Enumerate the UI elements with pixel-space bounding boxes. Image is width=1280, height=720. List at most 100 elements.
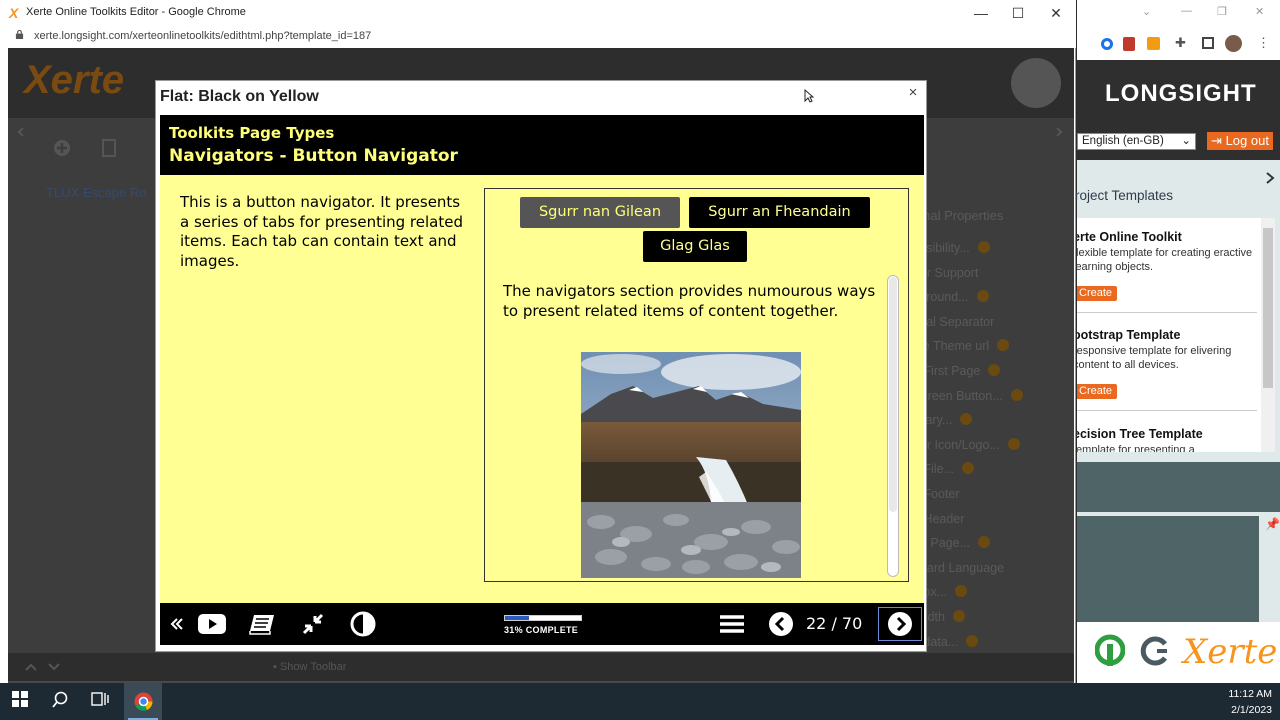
xerte-logo: Xerte	[1183, 632, 1278, 672]
lo-header-title: Navigators - Button Navigator	[169, 146, 458, 166]
preview-pane	[1077, 516, 1259, 622]
lo-header-subtitle: Toolkits Page Types	[169, 124, 335, 142]
create-button[interactable]: Create	[1077, 286, 1117, 301]
address-bar[interactable]: xerte.longsight.com/xerteonlinetoolkits/…	[0, 26, 1076, 48]
right-minimize-button[interactable]: —	[1181, 5, 1192, 17]
preview-modal: Flat: Black on Yellow × Toolkits Page Ty…	[155, 80, 927, 652]
chevron-down-icon: ⌄	[1181, 135, 1191, 147]
ublock-icon[interactable]	[1123, 37, 1135, 51]
url-text: xerte.longsight.com/xerteonlinetoolkits/…	[34, 30, 372, 42]
show-toolbar-toggle[interactable]: ▪ Show Toolbar	[273, 661, 346, 673]
divider	[1077, 312, 1257, 313]
waterfall-mountain-photo	[581, 352, 801, 578]
template-list: erte Online Toolkit flexible template fo…	[1077, 218, 1261, 452]
chevron-down-icon[interactable]	[48, 662, 60, 672]
show-toolbar-label: Show Toolbar	[279, 661, 347, 673]
xerte-app-icon: X	[9, 5, 19, 21]
right-window-topbar: ⌄ — ❐ ✕ ✚ ⋮	[1077, 0, 1280, 60]
glossary-icon[interactable]	[248, 611, 276, 637]
longsight-header: LONGSIGHT English (en-GB) ⌄ ⇥ Log out	[1077, 60, 1280, 160]
menu-icon[interactable]	[718, 611, 746, 637]
info-badge-icon[interactable]	[952, 610, 965, 622]
info-badge-icon[interactable]	[1010, 388, 1023, 401]
info-badge-icon[interactable]	[976, 290, 989, 303]
tab-list-icon[interactable]: ⌄	[1142, 5, 1151, 18]
info-badge-icon[interactable]	[960, 413, 973, 426]
button-navigator: Sgurr nan Gilean Sgurr an Fheandain Glag…	[484, 188, 909, 582]
partner-logos: Xerte	[1077, 622, 1280, 683]
right-lower-panel	[1077, 462, 1280, 512]
extension-blue-icon[interactable]	[1101, 38, 1113, 50]
puzzle-icon[interactable]: ✚	[1175, 35, 1186, 51]
info-badge-icon[interactable]	[955, 585, 968, 598]
property-item[interactable]: der Icon/Logo...	[913, 437, 1020, 452]
info-badge-icon[interactable]	[966, 634, 979, 647]
progress-bar	[504, 615, 582, 621]
media-icon[interactable]	[197, 611, 227, 637]
info-badge-icon[interactable]	[962, 462, 974, 475]
contrast-icon[interactable]	[350, 611, 376, 637]
browser-window: X Xerte Online Toolkits Editor - Google …	[0, 0, 1076, 683]
info-badge-icon[interactable]	[977, 241, 990, 253]
chrome-icon	[134, 692, 153, 711]
minimize-button[interactable]: —	[963, 2, 999, 24]
close-window-button[interactable]: ✕	[1038, 2, 1074, 24]
chevron-left-icon[interactable]	[15, 126, 27, 138]
page-viewport: Xerte TLUX Escape Ro ional Properties es…	[8, 48, 1074, 683]
task-view-icon[interactable]	[91, 691, 109, 707]
progress-bar-fill	[505, 616, 529, 620]
template-list-scrollbar[interactable]	[1261, 218, 1275, 452]
logout-button[interactable]: ⇥ Log out	[1207, 132, 1273, 150]
language-select-value: English (en-GB)	[1082, 135, 1164, 147]
modal-close-button[interactable]: ×	[904, 84, 922, 102]
nav-tab-glag-glas[interactable]: Glag Glas	[643, 231, 747, 262]
pin-icon[interactable]: 📌	[1265, 517, 1280, 531]
fullscreen-icon[interactable]	[300, 611, 326, 637]
chevron-right-icon[interactable]	[1264, 172, 1276, 184]
taskbar-chrome-button[interactable]	[124, 683, 162, 720]
nav-panel-scroll-thumb[interactable]	[889, 277, 897, 512]
nav-panel-scrollbar[interactable]	[887, 275, 899, 577]
maximize-button[interactable]: ☐	[1000, 2, 1036, 24]
editor-brand-icon	[1011, 58, 1061, 108]
window-titlebar: X Xerte Online Toolkits Editor - Google …	[0, 0, 1076, 26]
project-templates-title: roject Templates	[1075, 188, 1174, 203]
info-badge-icon[interactable]	[997, 339, 1010, 352]
next-page-button[interactable]	[878, 607, 922, 641]
lock-icon	[15, 30, 24, 39]
nav-panel-text: The navigators section provides numourou…	[503, 282, 876, 320]
collapse-toolbar-icon[interactable]	[170, 617, 184, 643]
optional-properties-panel: ional Properties essibility... hor Suppor…	[913, 193, 1063, 683]
avatar[interactable]	[1225, 35, 1242, 52]
next-page-icon	[888, 612, 912, 636]
copy-page-icon[interactable]	[101, 139, 117, 157]
previous-page-icon[interactable]	[768, 611, 794, 637]
property-item[interactable]: Screen Button...	[913, 388, 1023, 403]
nav-tab-sgurr-an-fheandain[interactable]: Sgurr an Fheandain	[689, 197, 870, 228]
intro-text: This is a button navigator. It presents …	[180, 193, 463, 270]
language-select[interactable]: English (en-GB) ⌄	[1077, 133, 1196, 150]
extension-h-icon[interactable]	[1147, 37, 1160, 50]
windows-start-icon[interactable]	[12, 691, 28, 707]
info-badge-icon[interactable]	[978, 536, 990, 549]
modal-title: Flat: Black on Yellow	[160, 88, 319, 105]
tree-item-project[interactable]: TLUX Escape Ro	[46, 185, 146, 200]
property-item[interactable]: ble Theme url	[913, 339, 1010, 353]
right-maximize-button[interactable]: ❐	[1217, 5, 1227, 18]
lo-content: This is a button navigator. It presents …	[160, 175, 924, 603]
nav-tab-sgurr-nan-gilean[interactable]: Sgurr nan Gilean	[520, 197, 680, 228]
right-close-button[interactable]: ✕	[1255, 5, 1264, 18]
chevron-right-icon[interactable]	[1053, 126, 1065, 138]
template-desc: flexible template for creating eractive …	[1077, 247, 1253, 273]
longsight-g-logo-icon	[1140, 636, 1168, 666]
info-badge-icon[interactable]	[1007, 437, 1020, 450]
search-icon[interactable]	[52, 691, 68, 709]
sidepanel-icon[interactable]	[1202, 37, 1214, 49]
add-page-icon[interactable]	[53, 139, 71, 157]
template-list-scroll-thumb[interactable]	[1263, 228, 1273, 388]
chevron-up-icon[interactable]	[25, 662, 37, 672]
create-button[interactable]: Create	[1077, 384, 1117, 399]
kebab-menu-icon[interactable]: ⋮	[1257, 35, 1270, 51]
editor-footer: ▪ Show Toolbar	[8, 653, 1074, 681]
info-badge-icon[interactable]	[988, 364, 1001, 376]
